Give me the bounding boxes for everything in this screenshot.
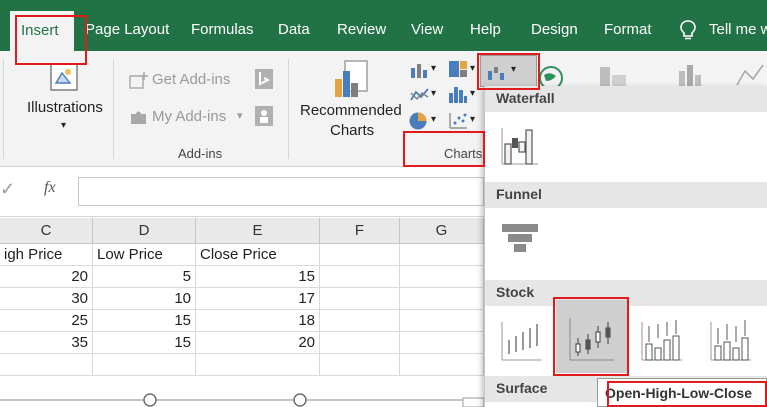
cell[interactable]: 20	[0, 266, 93, 288]
chevron-down-icon[interactable]: ▾	[431, 88, 436, 99]
cell[interactable]	[320, 310, 400, 332]
cell[interactable]	[400, 354, 484, 376]
people-graph-icon[interactable]	[254, 105, 274, 127]
cell[interactable]	[400, 266, 484, 288]
recommended-charts-label-2: Charts	[330, 122, 375, 139]
chevron-down-icon[interactable]: ▾	[470, 63, 475, 74]
waterfall-chart-icon	[488, 67, 504, 80]
column-chart-icon[interactable]	[410, 62, 428, 78]
column-header-f[interactable]: F	[320, 218, 400, 244]
tab-design[interactable]: Design	[531, 21, 578, 38]
get-add-ins-button[interactable]: Get Add-ins	[152, 71, 230, 88]
funnel-chart-option[interactable]	[500, 222, 540, 258]
cell[interactable]	[320, 244, 400, 266]
cell[interactable]: 20	[196, 332, 320, 354]
cell[interactable]: 15	[196, 266, 320, 288]
cell[interactable]: 25	[0, 310, 93, 332]
cell[interactable]: 18	[196, 310, 320, 332]
enter-check-icon[interactable]: ✓	[0, 179, 15, 200]
tab-help[interactable]: Help	[470, 21, 501, 38]
chart-type-tooltip: Open-High-Low-Close	[597, 378, 767, 407]
hierarchy-chart-icon[interactable]	[448, 60, 468, 78]
illustrations-button[interactable]: Illustrations	[27, 99, 103, 116]
cell[interactable]: 10	[93, 288, 196, 310]
tab-formulas[interactable]: Formulas	[191, 21, 254, 38]
cell[interactable]	[320, 288, 400, 310]
chevron-down-icon[interactable]: ▾	[61, 120, 66, 131]
ohlc-chart-icon	[569, 318, 614, 361]
cell[interactable]	[320, 266, 400, 288]
ribbon-tab-bar: Insert Page Layout Formulas Data Review …	[0, 0, 767, 51]
chevron-down-icon[interactable]: ▾	[431, 63, 436, 74]
tab-view[interactable]: View	[411, 21, 443, 38]
cell[interactable]	[400, 310, 484, 332]
column-header-g[interactable]: G	[400, 218, 484, 244]
cell[interactable]: Low Price	[93, 244, 196, 266]
cell[interactable]: 30	[0, 288, 93, 310]
illustrations-icon	[50, 63, 78, 91]
cell[interactable]: igh Price	[0, 244, 93, 266]
column-header-d[interactable]: D	[93, 218, 196, 244]
cell[interactable]	[196, 354, 320, 376]
ribbon-separator	[3, 59, 4, 159]
ribbon-separator	[113, 59, 114, 159]
tell-me-search[interactable]: Tell me w	[709, 21, 767, 38]
open-high-low-close-option[interactable]	[556, 300, 627, 373]
cell[interactable]	[400, 288, 484, 310]
store-icon	[129, 72, 148, 89]
recommended-charts-button[interactable]: Recommended	[300, 102, 402, 119]
tab-data[interactable]: Data	[278, 21, 310, 38]
column-header-c[interactable]: C	[0, 218, 93, 244]
line-chart-icon[interactable]	[410, 87, 430, 103]
add-ins-group-label: Add-ins	[178, 146, 223, 161]
cell[interactable]: 35	[0, 332, 93, 354]
recommended-charts-icon	[335, 60, 368, 97]
cell[interactable]: Close Price	[196, 244, 320, 266]
volume-high-low-close-option[interactable]	[640, 318, 684, 362]
volume-open-high-low-close-option[interactable]	[709, 318, 753, 362]
lightbulb-icon[interactable]	[679, 19, 697, 41]
high-low-close-option[interactable]	[500, 318, 544, 362]
section-funnel: Funnel	[485, 182, 767, 208]
insert-function-icon[interactable]: fx	[44, 179, 56, 197]
cell[interactable]	[400, 332, 484, 354]
my-add-ins-button[interactable]: My Add-ins	[152, 108, 226, 125]
chevron-down-icon[interactable]: ▾	[431, 114, 436, 125]
cell[interactable]: 15	[93, 310, 196, 332]
scatter-chart-icon[interactable]	[448, 112, 468, 130]
cell[interactable]	[320, 354, 400, 376]
cell[interactable]: 15	[93, 332, 196, 354]
cell[interactable]	[93, 354, 196, 376]
column-header-e[interactable]: E	[196, 218, 320, 244]
bing-icon[interactable]	[254, 68, 274, 90]
cell[interactable]: 5	[93, 266, 196, 288]
chevron-down-icon[interactable]: ▾	[470, 88, 475, 99]
formula-input[interactable]	[78, 177, 484, 206]
add-in-puzzle-icon	[131, 111, 146, 124]
chart-selection-frame[interactable]	[0, 388, 484, 407]
chevron-down-icon[interactable]: ▾	[237, 109, 243, 122]
charts-group-label: Charts	[444, 146, 483, 161]
waterfall-chart-option[interactable]	[500, 126, 540, 166]
waterfall-stock-chart-button[interactable]: ▾	[480, 55, 537, 87]
tab-format[interactable]: Format	[604, 21, 652, 38]
tab-insert[interactable]: Insert	[10, 11, 74, 51]
cell[interactable]: 17	[196, 288, 320, 310]
chevron-down-icon: ▾	[511, 64, 517, 75]
waterfall-stock-dropdown: Waterfall Funnel Stock Surface	[484, 86, 767, 407]
ribbon-separator	[288, 59, 289, 159]
chevron-down-icon[interactable]: ▾	[470, 114, 475, 125]
tab-page-layout[interactable]: Page Layout	[85, 21, 169, 38]
cell[interactable]	[320, 332, 400, 354]
cell[interactable]	[400, 244, 484, 266]
section-waterfall: Waterfall	[485, 86, 767, 112]
tab-review[interactable]: Review	[337, 21, 386, 38]
statistic-chart-icon[interactable]	[448, 85, 468, 103]
pie-chart-icon[interactable]	[408, 111, 428, 131]
cell[interactable]	[0, 354, 93, 376]
